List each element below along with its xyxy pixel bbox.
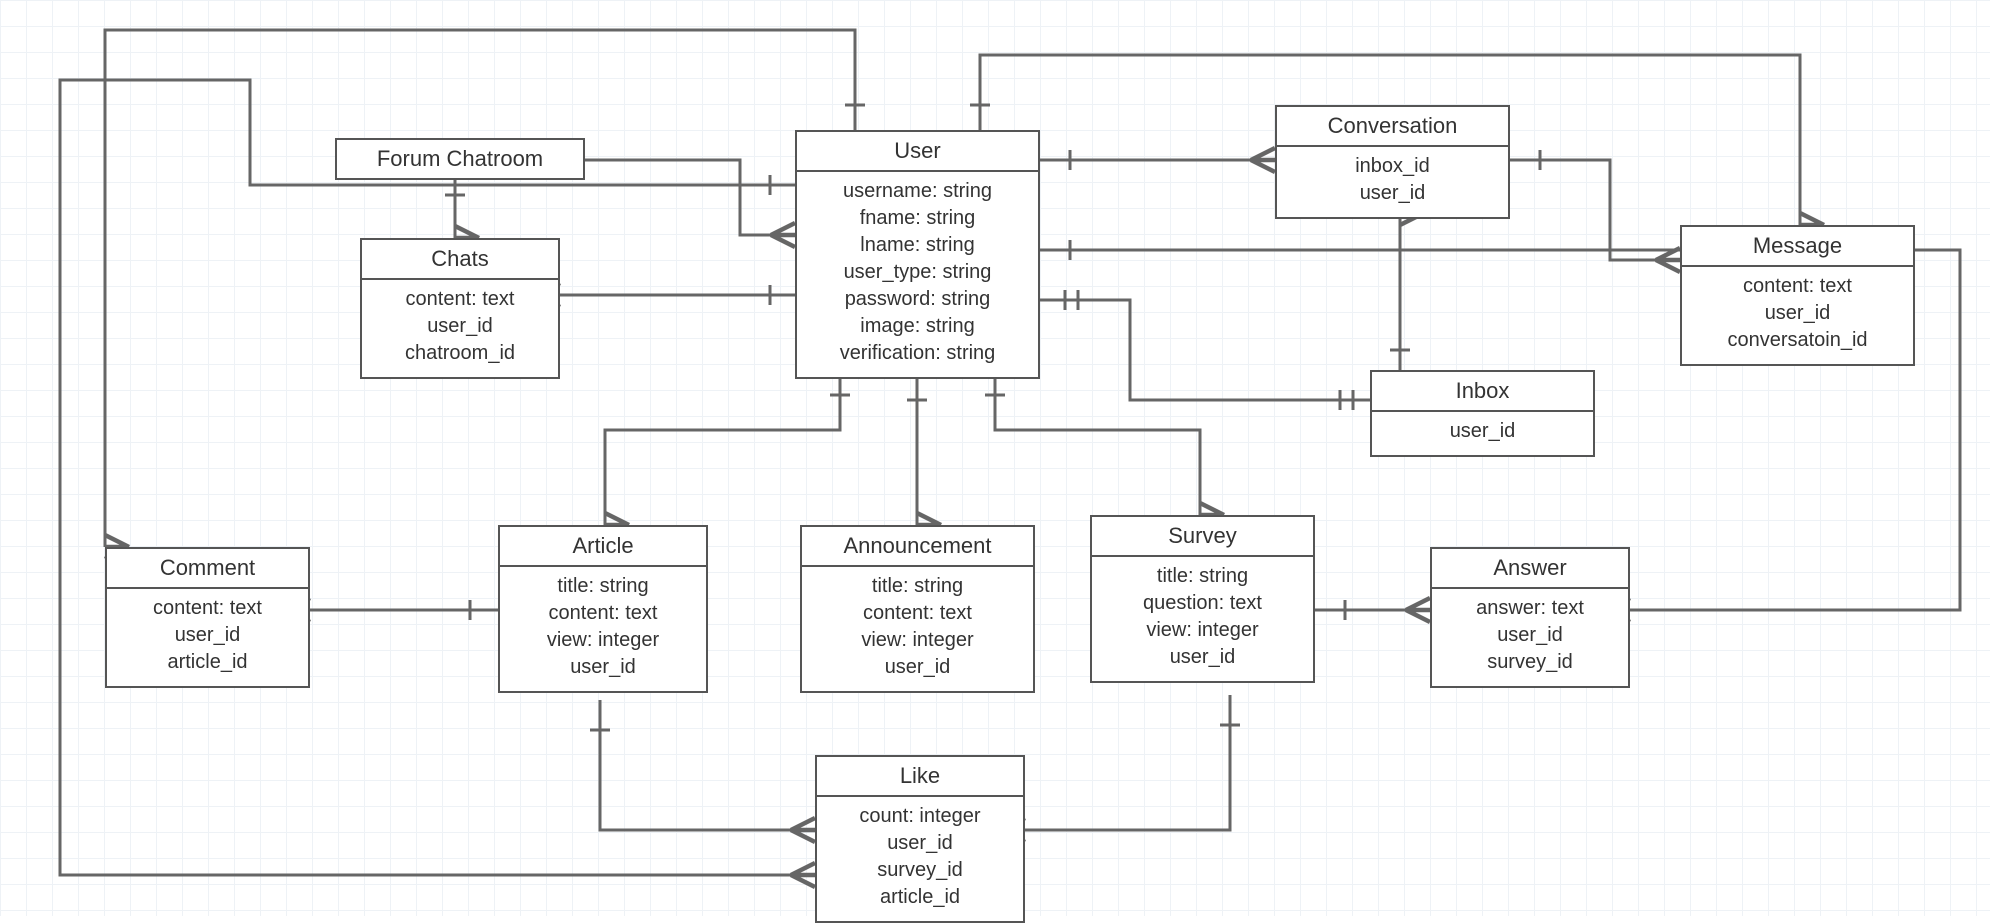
entity-title: Article [500,527,706,567]
attr: title: string [814,573,1021,600]
entity-title: Like [817,757,1023,797]
entity-attrs: title: string content: text view: intege… [500,567,706,691]
attr: content: text [814,600,1021,627]
attr: count: integer [829,803,1011,830]
entity-message[interactable]: Message content: text user_id conversato… [1680,225,1915,366]
entity-attrs: inbox_id user_id [1277,147,1508,217]
entity-title: Inbox [1372,372,1593,412]
attr: content: text [119,595,296,622]
entity-attrs: username: string fname: string lname: st… [797,172,1038,377]
attr: user_id [1694,300,1901,327]
attr: user_id [1384,418,1581,445]
entity-like[interactable]: Like count: integer user_id survey_id ar… [815,755,1025,923]
entity-attrs: answer: text user_id survey_id [1432,589,1628,686]
attr: user_id [374,313,546,340]
attr: title: string [1104,563,1301,590]
entity-chats[interactable]: Chats content: text user_id chatroom_id [360,238,560,379]
entity-attrs: title: string question: text view: integ… [1092,557,1313,681]
attr: chatroom_id [374,340,546,367]
entity-attrs: user_id [1372,412,1593,455]
attr: view: integer [1104,617,1301,644]
attr: article_id [119,649,296,676]
attr: question: text [1104,590,1301,617]
entity-title: Comment [107,549,308,589]
entity-title: Survey [1092,517,1313,557]
entity-title: Answer [1432,549,1628,589]
entity-attrs: content: text user_id chatroom_id [362,280,558,377]
entity-article[interactable]: Article title: string content: text view… [498,525,708,693]
attr: content: text [374,286,546,313]
entity-attrs: content: text user_id conversatoin_id [1682,267,1913,364]
attr: username: string [809,178,1026,205]
attr: conversatoin_id [1694,327,1901,354]
attr: fname: string [809,205,1026,232]
attr: survey_id [1444,649,1616,676]
entity-attrs: content: text user_id article_id [107,589,308,686]
entity-attrs: title: string content: text view: intege… [802,567,1033,691]
attr: content: text [1694,273,1901,300]
entity-survey[interactable]: Survey title: string question: text view… [1090,515,1315,683]
entity-forum-chatroom[interactable]: Forum Chatroom [335,138,585,180]
attr: user_id [1289,180,1496,207]
entity-conversation[interactable]: Conversation inbox_id user_id [1275,105,1510,219]
attr: password: string [809,286,1026,313]
entity-answer[interactable]: Answer answer: text user_id survey_id [1430,547,1630,688]
attr: verification: string [809,340,1026,367]
attr: title: string [512,573,694,600]
entity-inbox[interactable]: Inbox user_id [1370,370,1595,457]
entity-title: Chats [362,240,558,280]
entity-title: Forum Chatroom [337,140,583,178]
entity-title: Announcement [802,527,1033,567]
attr: content: text [512,600,694,627]
attr: answer: text [1444,595,1616,622]
attr: user_id [814,654,1021,681]
er-diagram-canvas: Forum Chatroom Chats content: text user_… [0,0,1990,916]
attr: survey_id [829,857,1011,884]
attr: view: integer [512,627,694,654]
entity-title: User [797,132,1038,172]
entity-title: Conversation [1277,107,1508,147]
attr: inbox_id [1289,153,1496,180]
attr: user_id [1104,644,1301,671]
attr: article_id [829,884,1011,911]
attr: user_id [1444,622,1616,649]
entity-attrs: count: integer user_id survey_id article… [817,797,1023,921]
attr: view: integer [814,627,1021,654]
attr: user_id [119,622,296,649]
attr: user_id [829,830,1011,857]
attr: user_type: string [809,259,1026,286]
entity-announcement[interactable]: Announcement title: string content: text… [800,525,1035,693]
entity-title: Message [1682,227,1913,267]
attr: lname: string [809,232,1026,259]
attr: image: string [809,313,1026,340]
entity-comment[interactable]: Comment content: text user_id article_id [105,547,310,688]
attr: user_id [512,654,694,681]
entity-user[interactable]: User username: string fname: string lnam… [795,130,1040,379]
